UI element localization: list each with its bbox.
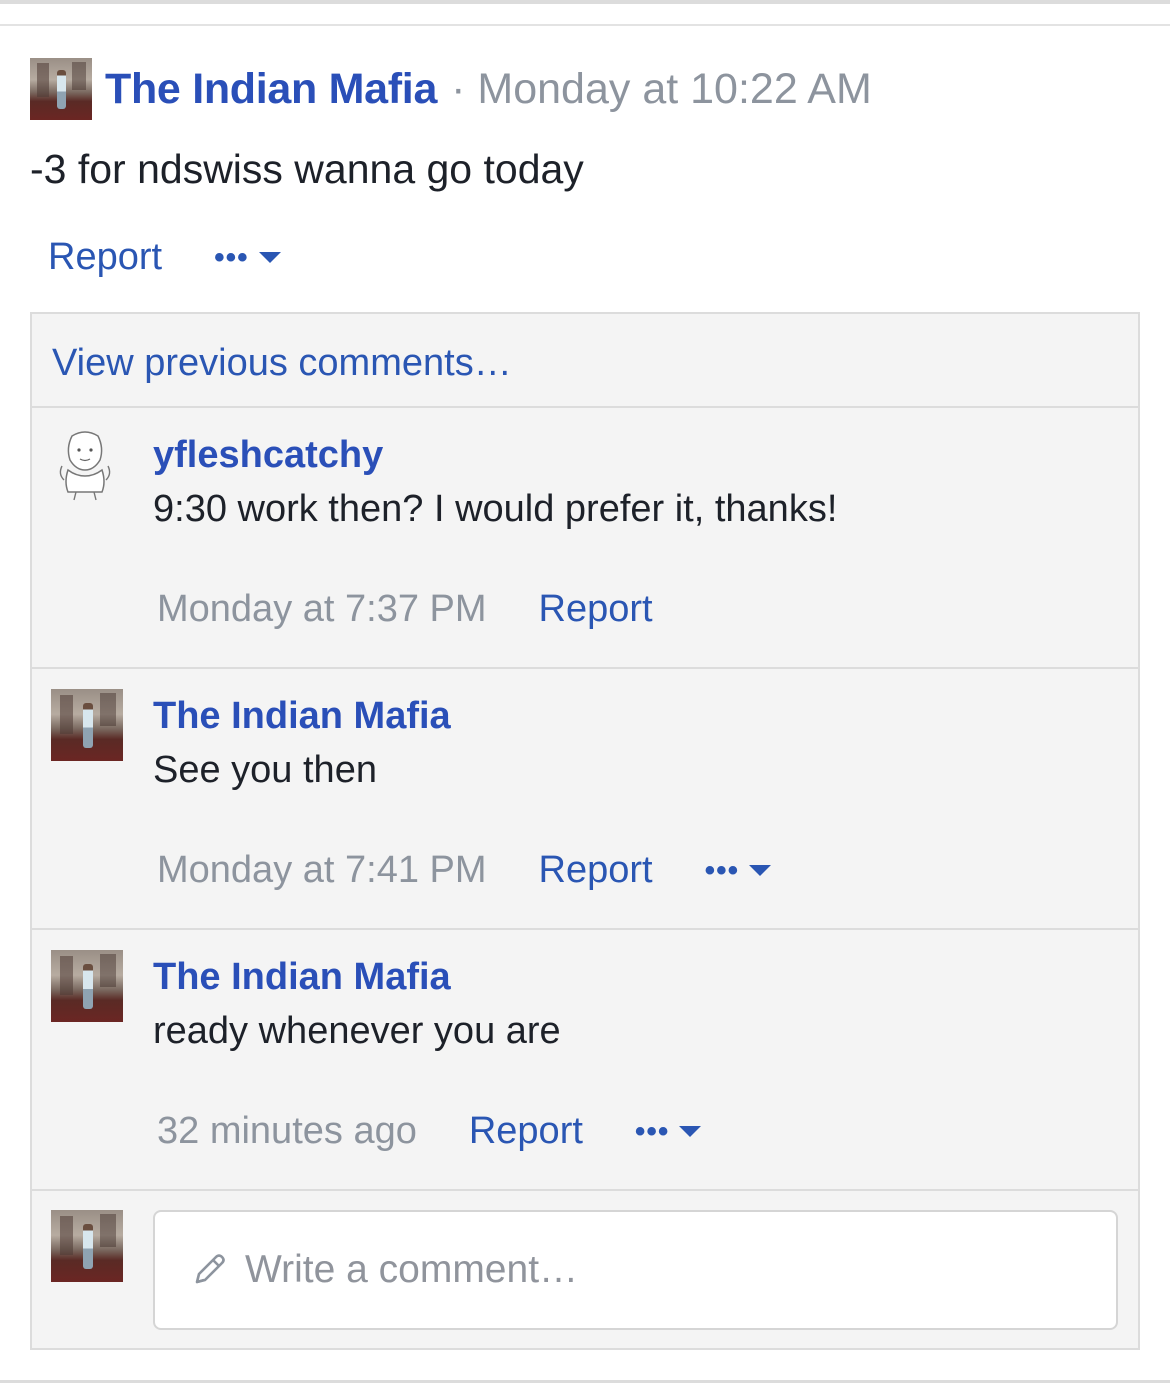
comment-item: The Indian Mafia See you then Monday at …	[32, 669, 1138, 929]
comments-panel: View previous comments… yfleshcatchy 9:3…	[30, 312, 1140, 1350]
comment-timestamp[interactable]: Monday at 7:37 PM	[157, 588, 487, 631]
comment-more-menu[interactable]: •••	[704, 853, 772, 887]
bottom-separator	[0, 1380, 1170, 1388]
comment-report-link[interactable]: Report	[539, 588, 653, 631]
ellipsis-icon: •••	[704, 853, 740, 887]
comment-meta: Monday at 7:41 PM Report •••	[157, 849, 772, 892]
avatar-figure	[82, 1224, 93, 1270]
ellipsis-icon: •••	[634, 1114, 670, 1148]
avatar-figure	[82, 964, 93, 1010]
ellipsis-icon: •••	[214, 240, 249, 274]
comment-item: The Indian Mafia ready whenever you are …	[32, 930, 1138, 1190]
post-more-menu[interactable]: •••	[214, 240, 281, 274]
view-previous-comments-link[interactable]: View previous comments…	[52, 342, 512, 385]
post-author-name[interactable]: The Indian Mafia	[105, 65, 437, 114]
comment-more-menu[interactable]: •••	[634, 1114, 702, 1148]
pencil-icon	[195, 1254, 225, 1284]
post-body: -3 for ndswiss wanna go today	[30, 146, 584, 192]
comment-author-avatar[interactable]	[51, 689, 123, 761]
caret-down-icon	[749, 865, 772, 876]
sketch-face-avatar[interactable]	[54, 426, 116, 502]
comment-author[interactable]: The Indian Mafia	[153, 956, 451, 999]
comment-meta: 32 minutes ago Report •••	[157, 1110, 702, 1153]
comment-divider	[32, 1189, 1138, 1191]
comment-author-avatar[interactable]	[51, 950, 123, 1022]
comment-meta: Monday at 7:37 PM Report	[157, 588, 653, 631]
comment-author[interactable]: The Indian Mafia	[153, 695, 451, 738]
comment-timestamp[interactable]: Monday at 7:41 PM	[157, 849, 487, 892]
post-timestamp[interactable]: Monday at 10:22 AM	[477, 65, 871, 114]
comment-text: ready whenever you are	[153, 1010, 561, 1052]
current-user-avatar	[51, 1210, 123, 1282]
comment-text: See you then	[153, 749, 377, 791]
caret-down-icon	[679, 1126, 702, 1137]
avatar-figure	[82, 703, 93, 749]
top-separator	[0, 0, 1170, 26]
post-actions: Report •••	[48, 236, 281, 279]
comment-item: yfleshcatchy 9:30 work then? I would pre…	[32, 408, 1138, 668]
caret-down-icon	[258, 252, 281, 263]
header-separator: ·	[451, 64, 466, 113]
comment-author[interactable]: yfleshcatchy	[153, 434, 383, 477]
comment-input[interactable]	[243, 1247, 1067, 1293]
write-comment-box[interactable]	[153, 1210, 1118, 1330]
comment-timestamp[interactable]: 32 minutes ago	[157, 1110, 417, 1153]
avatar-figure	[57, 70, 66, 109]
comment-report-link[interactable]: Report	[539, 849, 653, 892]
post-author-avatar[interactable]	[30, 58, 92, 120]
comment-text: 9:30 work then? I would prefer it, thank…	[153, 488, 838, 530]
post-report-link[interactable]: Report	[48, 236, 162, 279]
post-header: The Indian Mafia · Monday at 10:22 AM	[30, 57, 872, 121]
comment-report-link[interactable]: Report	[469, 1110, 583, 1153]
